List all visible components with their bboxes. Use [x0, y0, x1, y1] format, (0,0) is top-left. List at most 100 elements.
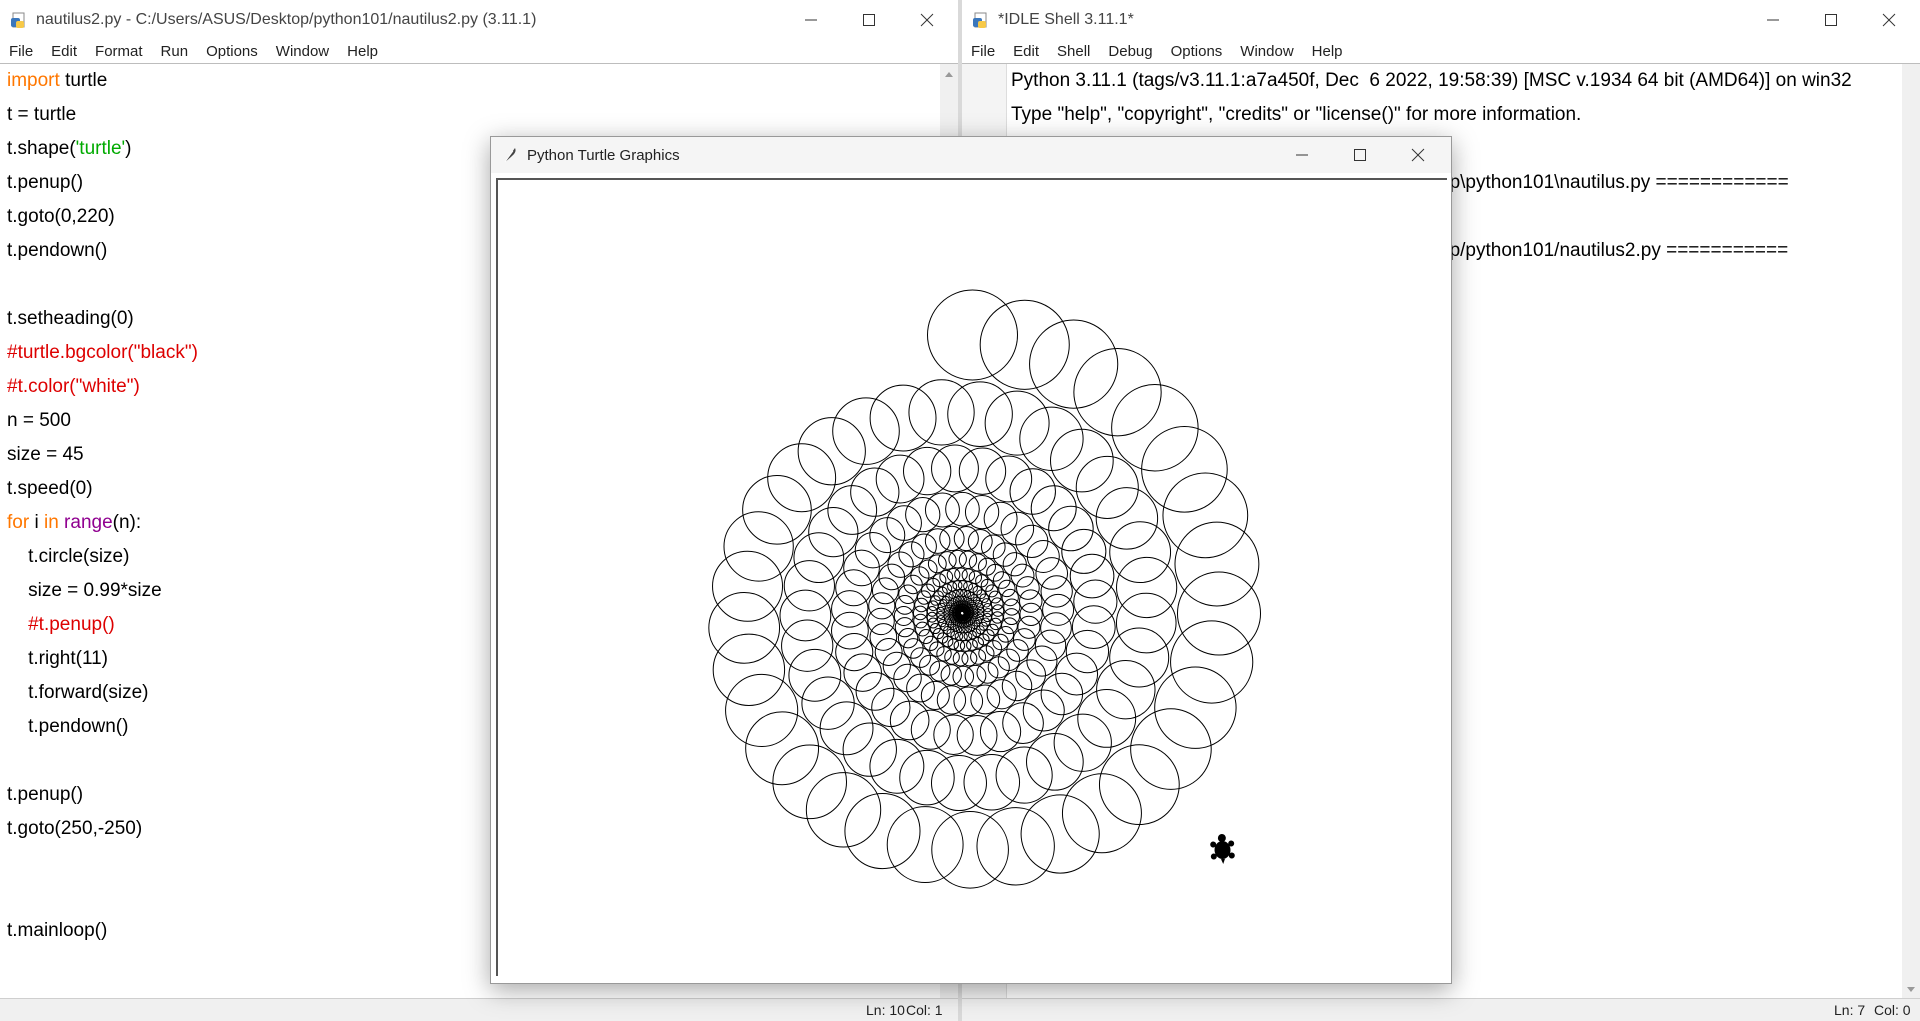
turtle-cursor-icon	[1210, 834, 1235, 864]
turtle-circle	[963, 753, 1021, 811]
code-line: t.circle(size)	[7, 542, 129, 572]
turtle-circle	[930, 755, 987, 812]
maximize-icon	[863, 14, 875, 26]
turtle-circle	[1020, 794, 1100, 874]
editor-close-button[interactable]	[898, 0, 956, 40]
code-token: )	[125, 138, 132, 159]
turtle-circle	[831, 590, 869, 628]
menu-shell[interactable]: Shell	[1057, 43, 1090, 60]
code-token: t.goto(250,-250)	[7, 818, 143, 839]
menu-options[interactable]: Options	[1171, 43, 1223, 60]
turtle-circle	[956, 714, 998, 756]
shell-status-ln: Ln: 7	[1834, 1002, 1866, 1018]
shell-scrollbar[interactable]	[1902, 64, 1920, 999]
close-icon	[1882, 13, 1896, 27]
code-token: #turtle.bgcolor("black")	[7, 342, 198, 363]
turtle-circle	[959, 640, 972, 652]
turtle-circle	[1040, 672, 1084, 716]
turtle-circle	[984, 390, 1050, 456]
code-line: for i in range(n):	[7, 508, 141, 538]
shell-banner-line: Python 3.11.1 (tags/v3.11.1:a7a450f, Dec…	[1011, 70, 1852, 91]
code-token: (n):	[112, 512, 142, 533]
code-line: size = 45	[7, 440, 84, 470]
turtle-circle	[832, 397, 900, 465]
code-line: t.speed(0)	[7, 474, 93, 504]
code-token: t.speed(0)	[7, 478, 93, 499]
turtle-circle	[1130, 708, 1212, 790]
menu-debug[interactable]: Debug	[1108, 43, 1152, 60]
turtle-circle	[835, 633, 874, 672]
shell-close-button[interactable]	[1860, 0, 1918, 40]
menu-format[interactable]: Format	[95, 43, 143, 60]
code-token: in	[43, 512, 59, 533]
code-token: t.right(11)	[7, 648, 109, 669]
code-token: n = 500	[7, 410, 71, 431]
code-token: for	[7, 512, 30, 533]
turtle-circle	[983, 501, 1018, 536]
turtle-circle	[910, 566, 930, 586]
turtle-circle	[850, 467, 900, 517]
turtle-circle	[1116, 556, 1178, 619]
menu-edit[interactable]: Edit	[1013, 43, 1039, 60]
turtle-circle	[947, 381, 1013, 447]
code-token: #t.color("white")	[7, 376, 140, 397]
turtle-minimize-button[interactable]	[1273, 137, 1331, 173]
turtle-circle	[1061, 528, 1107, 574]
code-line: t.goto(0,220)	[7, 202, 115, 232]
maximize-icon	[1825, 14, 1837, 26]
turtle-circle	[745, 711, 820, 786]
editor-menubar: File Edit Format Run Options Window Help	[0, 40, 958, 62]
turtle-circle	[1061, 773, 1142, 854]
editor-minimize-button[interactable]	[782, 0, 840, 40]
turtle-circle	[931, 810, 1009, 889]
scroll-up-icon[interactable]	[940, 66, 958, 82]
turtle-circle	[920, 680, 950, 710]
shell-maximize-button[interactable]	[1802, 0, 1860, 40]
menu-file[interactable]: File	[9, 43, 33, 60]
turtle-circle	[927, 600, 939, 612]
code-token: t.pendown()	[7, 716, 129, 737]
turtle-circle	[936, 685, 967, 715]
code-line: t.pendown()	[7, 712, 128, 742]
menu-options[interactable]: Options	[206, 43, 258, 60]
menu-run[interactable]: Run	[161, 43, 189, 60]
turtle-close-button[interactable]	[1389, 137, 1447, 173]
turtle-circle	[1017, 615, 1041, 639]
close-icon	[920, 13, 934, 27]
turtle-canvas[interactable]	[496, 178, 1447, 976]
turtle-maximize-button[interactable]	[1331, 137, 1389, 173]
turtle-circle	[1109, 627, 1170, 688]
shell-minimize-button[interactable]	[1744, 0, 1802, 40]
editor-status-ln: Ln: 10	[866, 1002, 905, 1018]
menu-window[interactable]: Window	[276, 43, 329, 60]
turtle-circle	[868, 592, 896, 620]
code-token: range	[64, 512, 113, 533]
editor-maximize-button[interactable]	[840, 0, 898, 40]
turtle-circle	[910, 709, 951, 750]
code-token: turtle	[59, 70, 108, 91]
code-line: n = 500	[7, 406, 71, 436]
turtle-circle	[1015, 659, 1046, 691]
code-token: t.shape(	[7, 138, 76, 159]
turtle-circle	[963, 612, 965, 614]
code-token: import	[7, 70, 60, 91]
menu-file[interactable]: File	[971, 43, 995, 60]
shell-restart-line-1: op\python101\nautilus.py ============	[1439, 172, 1789, 193]
turtle-circle	[940, 664, 962, 686]
menu-window[interactable]: Window	[1240, 43, 1293, 60]
turtle-circle	[947, 638, 960, 650]
turtle-circle	[1001, 617, 1018, 635]
turtle-circle	[708, 592, 781, 664]
turtle-circle	[1098, 744, 1180, 826]
turtle-circle	[986, 679, 1017, 710]
scroll-down-icon[interactable]	[1902, 981, 1920, 997]
turtle-circle	[793, 532, 845, 584]
code-token: t.circle(size)	[7, 546, 130, 567]
code-line: size = 0.99*size	[7, 576, 162, 606]
turtle-circle	[887, 551, 914, 578]
turtle-circle	[827, 485, 878, 535]
menu-help[interactable]: Help	[347, 43, 378, 60]
menu-edit[interactable]: Edit	[51, 43, 77, 60]
shell-menubar: File Edit Shell Debug Options Window Hel…	[962, 40, 1920, 62]
menu-help[interactable]: Help	[1312, 43, 1343, 60]
